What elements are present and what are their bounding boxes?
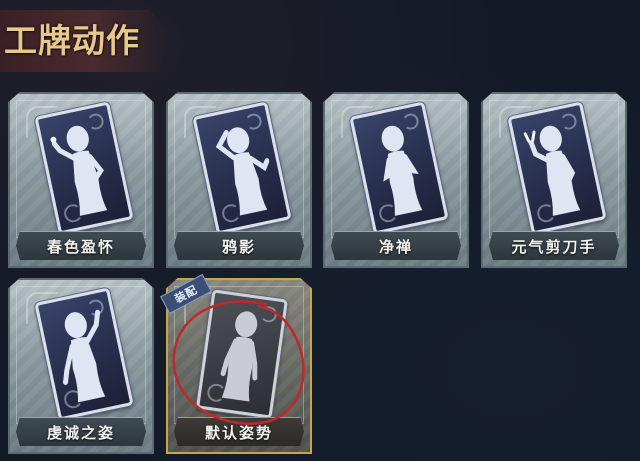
card-label: 春色盈怀 — [46, 237, 115, 256]
pose-card-4[interactable]: 元气剪刀手 — [481, 92, 627, 268]
figure-silhouette-icon — [50, 125, 108, 216]
pose-card-2[interactable]: 鸦影 — [166, 92, 312, 268]
pose-card-1[interactable]: 春色盈怀 — [8, 92, 154, 268]
card-label-plate: 虔诚之姿 — [16, 417, 146, 446]
figure-silhouette-icon — [523, 125, 581, 216]
card-label-plate: 默认姿势 — [174, 417, 304, 446]
figure-silhouette-icon — [215, 127, 270, 216]
page-title: 工牌动作 — [4, 21, 140, 60]
pose-card-5[interactable]: 虔诚之姿 — [8, 278, 154, 454]
pose-card-3[interactable]: 净禅 — [323, 92, 469, 268]
card-label: 元气剪刀手 — [511, 237, 597, 256]
card-label-plate: 净禅 — [331, 231, 461, 260]
card-label: 默认姿势 — [204, 423, 273, 442]
figure-silhouette-icon — [220, 311, 258, 402]
card-label: 净禅 — [378, 237, 413, 256]
pose-card-6-equipped[interactable]: 装配 默认姿势 — [160, 273, 312, 454]
card-label: 虔诚之姿 — [46, 423, 115, 442]
card-label-plate: 鸦影 — [174, 231, 304, 260]
figure-silhouette-icon — [381, 125, 423, 216]
card-label: 鸦影 — [221, 237, 256, 256]
figure-silhouette-icon — [63, 309, 106, 403]
card-label-plate: 春色盈怀 — [16, 231, 146, 260]
card-label-plate: 元气剪刀手 — [489, 231, 619, 260]
